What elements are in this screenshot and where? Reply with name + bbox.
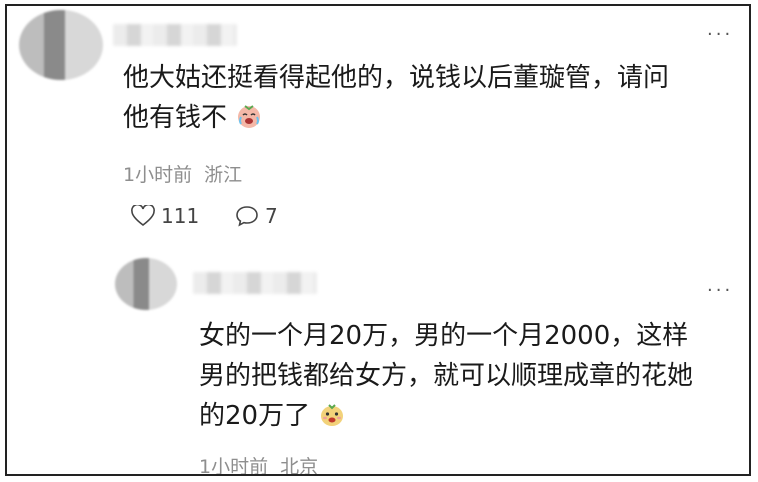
comment-location: 浙江 xyxy=(204,164,243,186)
reply-text-line: 的20万了 xyxy=(199,396,739,436)
reply-text-tail: 的20万了 xyxy=(199,401,311,431)
comment-text-line: 他有钱不 xyxy=(123,98,733,138)
avatar[interactable] xyxy=(19,10,103,80)
reply-avatar[interactable] xyxy=(115,258,177,310)
reply-username-blurred[interactable] xyxy=(193,272,317,294)
comment-text-line: 他大姑还挺看得起他的，说钱以后董璇管，请问 xyxy=(123,63,670,93)
reply-text: 女的一个月20万，男的一个月2000，这样 男的把钱都给女方，就可以顺理成章的花… xyxy=(199,316,739,436)
reply-button[interactable]: 7 xyxy=(235,204,278,228)
reply-meta: 1小时前 北京 xyxy=(199,452,319,476)
smug-face-icon xyxy=(321,404,344,426)
reply-more-options-button[interactable]: ··· xyxy=(707,282,733,300)
comment-text-tail: 他有钱不 xyxy=(123,103,228,133)
crying-laughing-icon xyxy=(238,105,261,128)
username-blurred[interactable] xyxy=(113,24,237,46)
comment-bubble-icon xyxy=(236,206,258,227)
comment-card: ··· 他大姑还挺看得起他的，说钱以后董璇管，请问 他有钱不 1小时前 浙江 1… xyxy=(5,4,751,476)
reply-count: 7 xyxy=(265,204,278,228)
heart-icon xyxy=(131,205,155,227)
reply-text-line: 男的把钱都给女方，就可以顺理成章的花她 xyxy=(199,361,694,391)
reply-time: 1小时前 xyxy=(199,456,269,476)
more-options-button[interactable]: ··· xyxy=(707,26,733,44)
comment-meta: 1小时前 浙江 xyxy=(123,160,242,187)
reply-location: 北京 xyxy=(280,456,319,476)
like-count: 111 xyxy=(161,204,200,228)
reply-item: ··· 女的一个月20万，男的一个月2000，这样 男的把钱都给女方，就可以顺理… xyxy=(109,254,749,476)
comment-time: 1小时前 xyxy=(123,164,193,186)
like-button[interactable]: 111 xyxy=(131,204,199,228)
comment-text: 他大姑还挺看得起他的，说钱以后董璇管，请问 他有钱不 xyxy=(123,58,733,138)
reply-text-line: 女的一个月20万，男的一个月2000，这样 xyxy=(199,321,689,351)
